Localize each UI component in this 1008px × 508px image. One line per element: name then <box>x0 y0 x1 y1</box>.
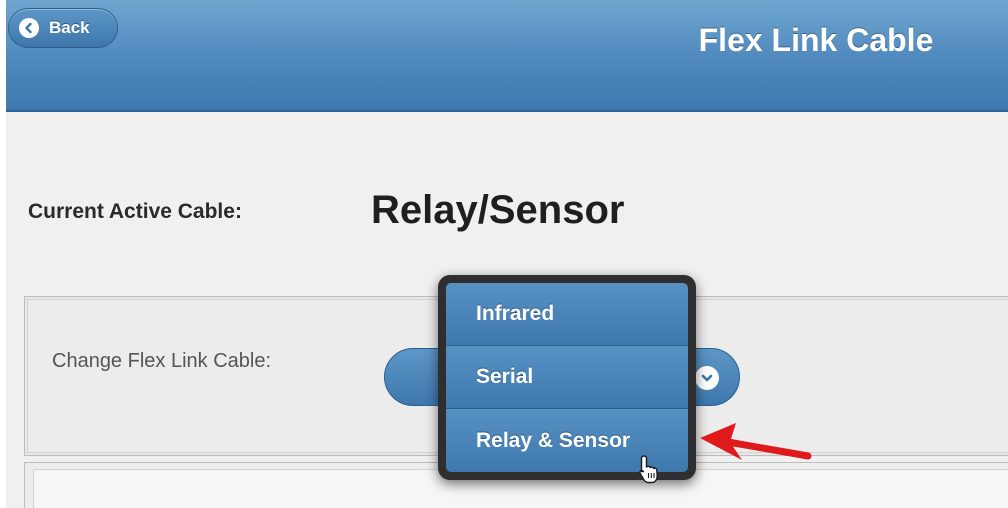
red-arrow-icon <box>696 418 816 475</box>
menu-item-serial[interactable]: Serial <box>446 346 688 409</box>
hand-pointer-icon <box>638 454 660 491</box>
current-cable-value: Relay/Sensor <box>371 188 625 232</box>
menu-item-infrared[interactable]: Infrared <box>446 283 688 346</box>
current-cable-label: Current Active Cable: <box>28 200 242 223</box>
app-window: Back Flex Link Cable Current Active Cabl… <box>6 0 1008 508</box>
chevron-left-icon <box>19 18 39 38</box>
chevron-down-icon <box>695 366 719 390</box>
change-cable-label: Change Flex Link Cable: <box>52 350 272 372</box>
header-bar: Back Flex Link Cable <box>6 0 1008 112</box>
back-button-label: Back <box>49 18 90 37</box>
cable-dropdown-menu: Infrared Serial Relay & Sensor <box>438 275 696 480</box>
back-button[interactable]: Back <box>8 8 118 48</box>
page-title: Flex Link Cable <box>698 22 934 58</box>
